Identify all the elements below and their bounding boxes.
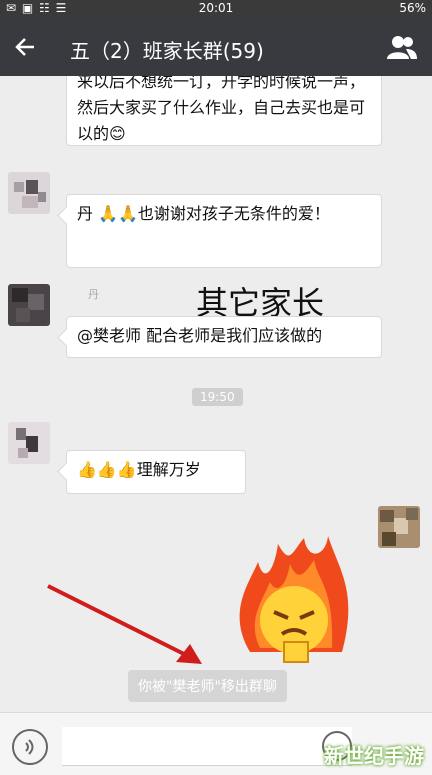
- voice-input-icon[interactable]: [12, 729, 48, 765]
- message-bubble[interactable]: 来以后不想统一订，开学的时候说一声，然后大家买了什么作业，自己去买也是可以的😊: [66, 76, 382, 146]
- my-avatar[interactable]: [378, 506, 420, 548]
- message-text: @樊老师 配合老师是我们应该做的: [77, 326, 323, 345]
- sender-name: 丹: [88, 288, 99, 301]
- chat-area[interactable]: 来以后不想统一订，开学的时候说一声，然后大家买了什么作业，自己去买也是可以的😊 …: [0, 76, 432, 712]
- avatar[interactable]: [8, 422, 50, 464]
- timestamp: 19:50: [192, 388, 243, 406]
- chat-header: 五（2）班家长群(59): [0, 18, 432, 76]
- status-bar: ✉ ▣ ☷ ☰ 20:01 56%: [0, 0, 432, 18]
- watermark-logo: 新世纪手游: [324, 744, 424, 768]
- battery-level: 56%: [399, 1, 426, 15]
- status-time: 20:01: [198, 1, 234, 15]
- avatar[interactable]: [8, 284, 50, 326]
- system-message: 你被"樊老师"移出群聊: [128, 670, 287, 702]
- annotation-arrow: [47, 584, 202, 664]
- message-bubble[interactable]: 丹 🙏🙏也谢谢对孩子无条件的爱！: [66, 194, 382, 268]
- chat-title: 五（2）班家长群(59): [70, 39, 264, 63]
- back-arrow-icon[interactable]: [12, 33, 40, 61]
- message-bubble[interactable]: @樊老师 配合老师是我们应该做的: [66, 316, 382, 358]
- group-members-icon[interactable]: [386, 33, 418, 61]
- message-text: 来以后不想统一订，开学的时候说一声，然后大家买了什么作业，自己去买也是可以的😊: [77, 76, 366, 143]
- message-bubble[interactable]: 👍👍👍理解万岁: [66, 450, 246, 494]
- message-input[interactable]: [62, 727, 352, 766]
- message-text: 👍👍👍理解万岁: [77, 460, 201, 479]
- fire-sticker-image[interactable]: [230, 532, 358, 672]
- message-text: 丹 🙏🙏也谢谢对孩子无条件的爱！: [77, 204, 330, 223]
- avatar[interactable]: [8, 172, 50, 214]
